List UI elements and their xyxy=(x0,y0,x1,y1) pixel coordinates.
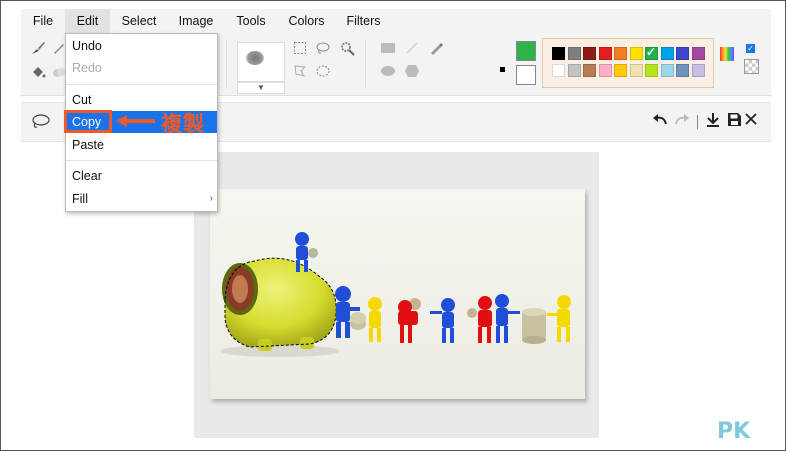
menu-separator xyxy=(66,84,217,85)
lasso-select-icon[interactable] xyxy=(315,41,331,57)
menu-item-redo[interactable]: Redo xyxy=(66,57,217,79)
polygon-select-icon[interactable] xyxy=(292,64,308,80)
check-icon: ✓ xyxy=(646,45,657,59)
rect-select-icon[interactable] xyxy=(292,41,308,57)
ellipse-select-icon[interactable] xyxy=(315,64,331,80)
palette-swatch[interactable] xyxy=(629,64,643,77)
transparency-icon[interactable] xyxy=(744,59,759,74)
menu-separator xyxy=(66,160,217,161)
pen-shape-icon[interactable] xyxy=(428,40,444,56)
menu-item-undo[interactable]: Undo xyxy=(66,35,217,57)
download-icon[interactable] xyxy=(705,112,721,133)
annotation-label: 複製 xyxy=(161,112,205,136)
arrow-left-icon xyxy=(116,115,155,127)
menu-select[interactable]: Select xyxy=(110,9,168,33)
palette-swatch[interactable] xyxy=(645,64,658,77)
color-palette: ✓ xyxy=(542,38,714,88)
palette-swatch[interactable] xyxy=(660,47,674,60)
palette-swatch[interactable] xyxy=(660,64,674,77)
ellipse-shape-icon[interactable] xyxy=(380,64,396,80)
palette-swatch[interactable] xyxy=(598,47,612,60)
close-icon[interactable] xyxy=(743,112,759,131)
color-picker-icon[interactable] xyxy=(720,47,734,61)
palette-swatch[interactable]: ✓ xyxy=(645,45,658,60)
secondary-color-swatch[interactable] xyxy=(516,65,536,85)
app-window: File Edit Select Image Tools Colors Filt… xyxy=(0,0,786,451)
lasso-icon[interactable] xyxy=(30,113,50,136)
copy-highlight-box xyxy=(64,110,112,133)
coin-stack-1 xyxy=(350,312,366,330)
save-icon[interactable] xyxy=(726,112,742,132)
palette-swatch[interactable] xyxy=(691,64,705,77)
menu-bar: File Edit Select Image Tools Colors Filt… xyxy=(21,9,771,34)
menu-tools[interactable]: Tools xyxy=(224,9,278,33)
coin-stack-2 xyxy=(522,308,546,344)
palette-swatch[interactable] xyxy=(552,64,565,77)
brush-size-dropdown[interactable]: ▼ xyxy=(237,82,285,94)
watermark-logo: PK xyxy=(717,419,751,444)
menu-item-clear[interactable]: Clear xyxy=(66,165,217,187)
menu-item-fill-label: Fill xyxy=(72,192,88,206)
palette-swatch[interactable] xyxy=(567,47,581,60)
magic-wand-icon[interactable] xyxy=(339,40,355,56)
options-divider xyxy=(697,115,698,129)
undo-icon[interactable] xyxy=(651,113,669,134)
line-shape-icon[interactable] xyxy=(404,41,420,57)
palette-swatch[interactable] xyxy=(629,47,643,60)
menu-colors[interactable]: Colors xyxy=(278,9,335,33)
canvas-image[interactable] xyxy=(210,189,585,399)
primary-color-swatch[interactable] xyxy=(516,41,536,61)
brush-tool-icon[interactable] xyxy=(30,40,46,56)
brush-preview[interactable] xyxy=(237,42,285,82)
rectangle-shape-icon[interactable] xyxy=(380,41,396,57)
menu-image[interactable]: Image xyxy=(168,9,224,33)
palette-swatch[interactable] xyxy=(583,64,596,77)
chevron-right-icon: › xyxy=(209,193,213,204)
menu-edit[interactable]: Edit xyxy=(65,9,110,33)
palette-swatch[interactable] xyxy=(676,47,689,60)
palette-swatch[interactable] xyxy=(567,64,581,77)
palette-swatch[interactable] xyxy=(614,64,627,77)
palette-swatch[interactable] xyxy=(691,47,705,60)
redo-icon[interactable] xyxy=(673,113,691,134)
checkbox-checked-icon[interactable]: ✓ xyxy=(746,44,755,53)
palette-swatch[interactable] xyxy=(552,47,565,60)
menu-filters[interactable]: Filters xyxy=(335,9,392,33)
toolbar-divider xyxy=(226,39,227,87)
palette-swatch[interactable] xyxy=(614,47,627,60)
palette-swatch[interactable] xyxy=(598,64,612,77)
menu-item-fill[interactable]: Fill › xyxy=(66,188,217,210)
fill-bucket-icon[interactable] xyxy=(30,64,46,80)
hexagon-shape-icon[interactable] xyxy=(404,64,420,80)
swap-colors-icon[interactable] xyxy=(500,67,505,72)
palette-swatch[interactable] xyxy=(583,47,596,60)
menu-file[interactable]: File xyxy=(21,9,65,33)
toolbar-divider xyxy=(365,39,366,87)
palette-swatch[interactable] xyxy=(676,64,689,77)
